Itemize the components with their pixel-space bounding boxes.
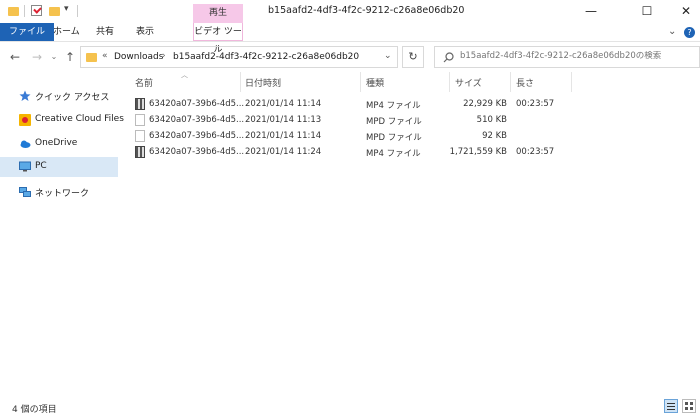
file-size: 510 KB <box>476 115 507 125</box>
folder-icon <box>86 53 97 62</box>
breadcrumb-current-folder[interactable]: b15aafd2-4df3-4f2c-9212-c26a8e06db20 <box>173 52 359 62</box>
nav-item-creative-cloud-files[interactable]: Creative Cloud Files <box>0 110 124 130</box>
table-row[interactable]: 63420a07-39b6-4d5... 2021/01/14 11:24 MP… <box>132 145 572 160</box>
details-view-icon[interactable] <box>664 399 678 413</box>
video-file-icon <box>135 146 145 158</box>
address-dropdown-icon[interactable]: ⌄ <box>384 51 392 61</box>
column-header-name[interactable]: 名前 <box>135 76 153 89</box>
nav-item-quick-access[interactable]: クイック アクセス <box>0 86 118 106</box>
refresh-button[interactable]: ↻ <box>402 46 424 68</box>
column-divider[interactable] <box>240 72 241 92</box>
table-row[interactable]: 63420a07-39b6-4d5... 2021/01/14 11:13 MP… <box>132 113 572 128</box>
divider <box>24 5 25 17</box>
document-file-icon <box>135 114 145 126</box>
quick-access-dropdown-icon[interactable]: ▾ <box>64 4 69 18</box>
file-length: 00:23:57 <box>516 99 555 109</box>
forward-button[interactable]: → <box>29 49 45 65</box>
close-button[interactable]: ✕ <box>663 0 700 23</box>
back-button[interactable]: ← <box>7 49 23 65</box>
divider <box>77 5 78 17</box>
breadcrumb-separator-icon[interactable]: › <box>162 51 166 61</box>
file-size: 1,721,559 KB <box>449 147 507 157</box>
column-divider[interactable] <box>360 72 361 92</box>
file-name: 63420a07-39b6-4d5... <box>149 99 245 109</box>
nav-label: Creative Cloud Files <box>35 114 124 124</box>
network-icon <box>19 187 31 197</box>
file-date: 2021/01/14 11:14 <box>245 99 322 109</box>
tab-video-tools[interactable]: ビデオ ツール <box>193 23 243 55</box>
recent-locations-icon[interactable]: ⌄ <box>46 49 62 65</box>
column-header-size[interactable]: サイズ <box>455 76 482 89</box>
properties-icon[interactable] <box>31 5 42 16</box>
nav-label: ネットワーク <box>35 189 90 199</box>
nav-item-network[interactable]: ネットワーク <box>0 182 118 202</box>
nav-item-pc[interactable]: PC <box>0 157 118 177</box>
column-divider[interactable] <box>449 72 450 92</box>
file-name: 63420a07-39b6-4d5... <box>149 147 245 157</box>
column-header-date[interactable]: 日付時刻 <box>245 76 281 89</box>
column-divider[interactable] <box>571 72 572 92</box>
nav-label: OneDrive <box>35 138 78 148</box>
creative-cloud-icon <box>19 114 31 126</box>
file-length: 00:23:57 <box>516 147 555 157</box>
monitor-icon <box>19 161 31 172</box>
column-divider[interactable] <box>510 72 511 92</box>
nav-label: PC <box>35 161 47 171</box>
search-icon <box>443 52 454 63</box>
file-type: MP4 ファイル <box>366 101 421 111</box>
overflow-icon[interactable]: « <box>102 51 108 61</box>
table-row[interactable]: 63420a07-39b6-4d5... 2021/01/14 11:14 MP… <box>132 97 572 112</box>
file-date: 2021/01/14 11:24 <box>245 147 322 157</box>
ribbon-expand-icon[interactable]: ⌄ <box>668 26 676 37</box>
nav-label: クイック アクセス <box>35 93 110 103</box>
help-icon[interactable]: ? <box>684 27 695 38</box>
up-button[interactable]: ↑ <box>62 49 78 65</box>
document-file-icon <box>135 130 145 142</box>
folder-icon <box>8 4 19 18</box>
tab-view[interactable]: 表示 <box>128 23 162 41</box>
cloud-icon <box>20 140 31 148</box>
file-date: 2021/01/14 11:14 <box>245 131 322 141</box>
address-bar[interactable]: « Downloads › b15aafd2-4df3-4f2c-9212-c2… <box>80 46 398 68</box>
search-box[interactable] <box>434 46 700 68</box>
tab-share[interactable]: 共有 <box>88 23 122 41</box>
search-input[interactable] <box>460 51 690 61</box>
sort-ascending-icon: ︿ <box>181 71 188 79</box>
file-type: MP4 ファイル <box>366 149 421 159</box>
status-item-count: 4 個の項目 <box>12 405 57 415</box>
file-name: 63420a07-39b6-4d5... <box>149 115 245 125</box>
contextual-tab-group: 再生 <box>193 4 243 23</box>
video-file-icon <box>135 98 145 110</box>
minimize-button[interactable]: — <box>568 0 614 23</box>
breadcrumb-downloads[interactable]: Downloads <box>114 52 163 62</box>
file-size: 22,929 KB <box>463 99 507 109</box>
file-type: MPD ファイル <box>366 133 422 143</box>
window-title: b15aafd2-4df3-4f2c-9212-c26a8e06db20 <box>268 5 465 16</box>
file-type: MPD ファイル <box>366 117 422 127</box>
file-name: 63420a07-39b6-4d5... <box>149 131 245 141</box>
column-header-length[interactable]: 長さ <box>516 76 534 89</box>
file-date: 2021/01/14 11:13 <box>245 115 322 125</box>
table-row[interactable]: 63420a07-39b6-4d5... 2021/01/14 11:14 MP… <box>132 129 572 144</box>
nav-item-onedrive[interactable]: OneDrive <box>0 134 118 154</box>
star-icon <box>19 90 31 101</box>
large-icons-view-icon[interactable] <box>682 399 696 413</box>
file-size: 92 KB <box>482 131 507 141</box>
tab-home[interactable]: ホーム <box>45 23 88 41</box>
column-header-type[interactable]: 種類 <box>366 76 384 89</box>
new-folder-icon[interactable] <box>49 4 60 18</box>
